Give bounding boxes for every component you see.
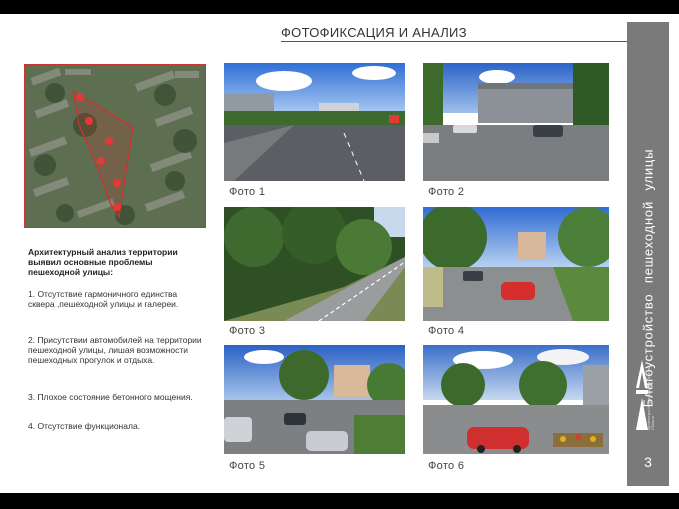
photo-3 — [224, 207, 405, 321]
photo-1 — [224, 63, 405, 181]
photo-4-caption: Фото 4 — [428, 325, 465, 337]
sidebar: Благоустройство пешеходной улицы Архитек… — [627, 22, 669, 486]
analysis-heading: Архитектурный анализ территории выявил о… — [28, 247, 178, 277]
photo-2-caption: Фото 2 — [428, 186, 465, 198]
slide: ФОТОФИКСАЦИЯ И АНАЛИЗ Архитектурный анал… — [0, 14, 679, 493]
analysis-item-2: 2. Присутствии автомобилей на территории… — [28, 335, 202, 365]
logo-text: Архитектура Инфраструктура Проекты Облас… — [647, 366, 655, 430]
photo-6-caption: Фото 6 — [428, 460, 465, 472]
photo-2 — [423, 63, 609, 181]
analysis-item-1: 1. Отсутствие гармоничного единства скве… — [28, 289, 179, 309]
title-underline — [281, 41, 627, 42]
photo-1-caption: Фото 1 — [229, 186, 266, 198]
photo-5-caption: Фото 5 — [229, 460, 266, 472]
logo: Архитектура Инфраструктура Проекты Облас… — [636, 360, 662, 430]
photo-6 — [423, 345, 609, 454]
photo-5 — [224, 345, 405, 454]
photo-3-caption: Фото 3 — [229, 325, 266, 337]
analysis-item-3: 3. Плохое состояние бетонного мощения. — [28, 392, 193, 402]
satellite-map — [24, 64, 206, 228]
photo-4 — [423, 207, 609, 321]
analysis-item-4: 4. Отсутствие функционала. — [28, 421, 141, 431]
page-number: 3 — [644, 454, 652, 470]
page-title: ФОТОФИКСАЦИЯ И АНАЛИЗ — [281, 25, 467, 40]
